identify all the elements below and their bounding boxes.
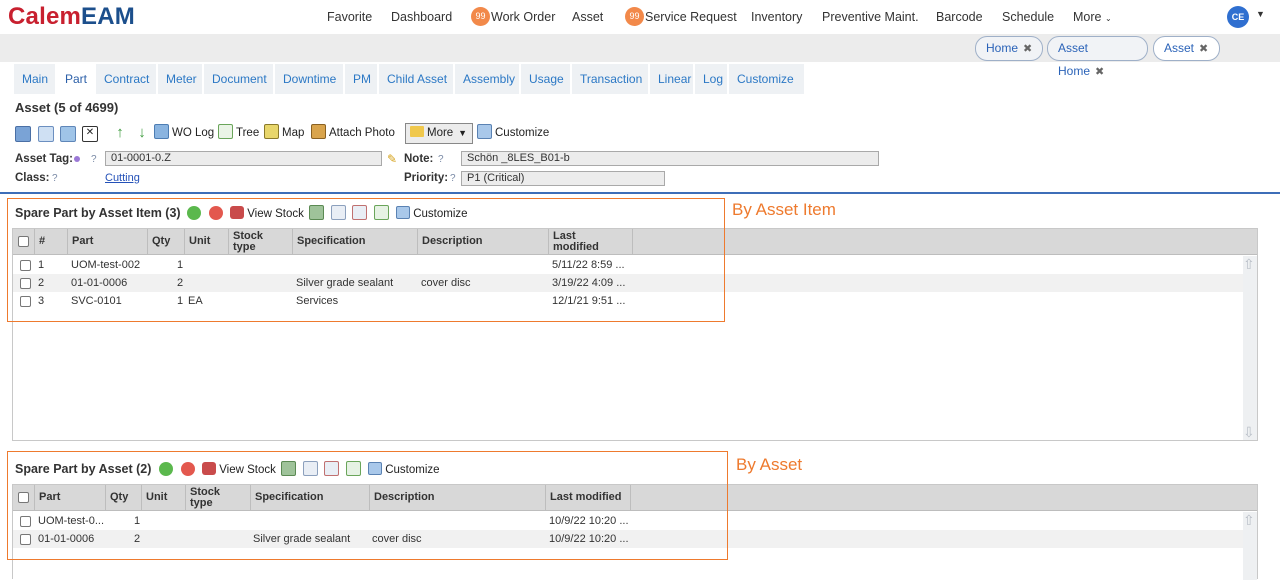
arrow-up-icon[interactable]: ↑ <box>112 125 128 141</box>
priority-field[interactable]: P1 (Critical) <box>461 171 665 186</box>
grid1-scrollbar[interactable] <box>1243 256 1257 440</box>
customize-label: Customize <box>495 127 550 139</box>
priority-label: Priority: <box>404 172 449 184</box>
record-title: Asset (5 of 4699) <box>15 100 119 115</box>
caret-down-icon: ▼ <box>458 128 467 138</box>
tab-transaction[interactable]: Transaction <box>572 64 649 94</box>
tab-customize[interactable]: Customize <box>729 64 805 94</box>
section-divider <box>0 192 1280 194</box>
close-icon[interactable]: ✖ <box>1023 43 1032 55</box>
wo-log-icon <box>154 124 169 139</box>
pencil-icon[interactable]: ✎ <box>387 152 397 166</box>
nav-service-request[interactable]: 99 Service Request <box>625 0 737 34</box>
tree-label: Tree <box>236 127 260 139</box>
delete-icon[interactable]: ✕ <box>82 126 98 142</box>
breadcrumb-asset[interactable]: Asset ✖ <box>1153 36 1220 61</box>
asset-tag-field[interactable]: 01-0001-0.Z <box>105 151 382 166</box>
customize-icon <box>477 124 492 139</box>
attach-photo-button[interactable]: Attach Photo <box>311 124 395 142</box>
nav-work-order-label: Work Order <box>491 10 556 24</box>
nav-barcode[interactable]: Barcode <box>936 0 983 34</box>
tab-pm[interactable]: PM <box>345 64 378 94</box>
nav-more[interactable]: More ⌄ <box>1073 0 1112 34</box>
help-icon[interactable]: ? <box>52 173 58 184</box>
wo-log-button[interactable]: WO Log <box>154 124 214 142</box>
annotation-by-asset: By Asset <box>736 455 803 474</box>
tab-assembly[interactable]: Assembly <box>455 64 520 94</box>
chevron-down-icon: ⌄ <box>1104 14 1112 23</box>
save-icon[interactable] <box>15 126 31 142</box>
tab-meter[interactable]: Meter <box>158 64 203 94</box>
help-icon[interactable]: ? <box>91 154 97 165</box>
tree-button[interactable]: Tree <box>218 124 259 142</box>
more-dropdown-button[interactable]: More ▼ <box>405 123 473 144</box>
service-request-count-badge: 99 <box>625 7 644 27</box>
note-label: Note: <box>404 153 434 165</box>
class-link[interactable]: Cutting <box>105 172 140 184</box>
nav-schedule[interactable]: Schedule <box>1002 0 1054 34</box>
breadcrumb-asset-home[interactable]: Asset Home ✖ <box>1047 36 1148 78</box>
breadcrumb-asset-label: Asset <box>1164 41 1195 55</box>
photo-icon <box>311 124 326 139</box>
tab-usage[interactable]: Usage <box>521 64 571 94</box>
more-label: More <box>427 127 454 139</box>
map-icon <box>264 124 279 139</box>
user-avatar[interactable]: CE <box>1227 6 1249 28</box>
scroll-up-icon[interactable]: ⇧ <box>1243 256 1255 273</box>
tab-main[interactable]: Main <box>14 64 56 94</box>
nav-service-request-label: Service Request <box>645 10 737 24</box>
map-button[interactable]: Map <box>264 124 304 142</box>
class-label: Class: <box>15 172 50 184</box>
nav-favorite[interactable]: Favorite <box>327 0 372 34</box>
copy-icon[interactable] <box>38 126 54 142</box>
breadcrumb-home[interactable]: Home ✖ <box>975 36 1043 61</box>
nav-work-order[interactable]: 99 Work Order <box>471 0 555 34</box>
tab-part[interactable]: Part <box>57 64 95 94</box>
wo-log-label: WO Log <box>172 127 215 139</box>
nav-dashboard[interactable]: Dashboard <box>391 0 452 34</box>
annotation-by-asset-item: By Asset Item <box>732 200 836 219</box>
close-icon[interactable]: ✖ <box>1095 66 1104 78</box>
tab-log[interactable]: Log <box>695 64 728 94</box>
map-label: Map <box>282 127 305 139</box>
work-order-count-badge: 99 <box>471 7 490 27</box>
breadcrumb-home-label: Home <box>986 41 1019 55</box>
caret-down-icon[interactable]: ▼ <box>1256 9 1265 19</box>
nav-preventive-maint[interactable]: Preventive Maint. <box>822 0 919 34</box>
scroll-up-icon[interactable]: ⇧ <box>1243 512 1255 529</box>
annotation-box-asset <box>7 451 728 560</box>
asset-tag-label: Asset Tag: <box>15 153 73 165</box>
top-navbar: CalemEAM Favorite Dashboard 99 Work Order… <box>0 0 1280 34</box>
attach-photo-label: Attach Photo <box>329 127 395 139</box>
export-icon[interactable] <box>60 126 76 142</box>
scroll-down-icon[interactable]: ⇩ <box>1243 424 1255 441</box>
folder-icon <box>410 126 424 137</box>
help-icon[interactable]: ? <box>438 154 444 165</box>
nav-asset[interactable]: Asset <box>572 0 603 34</box>
note-field[interactable]: Schön _8LES_B01-b <box>461 151 879 166</box>
tab-contract[interactable]: Contract <box>96 64 157 94</box>
arrow-down-icon[interactable]: ↓ <box>134 125 150 141</box>
annotation-box-asset-item <box>7 198 725 322</box>
tree-icon <box>218 124 233 139</box>
breadcrumb-asset-home-label: Asset Home <box>1058 41 1091 78</box>
tab-linear[interactable]: Linear <box>650 64 694 94</box>
tab-child-asset[interactable]: Child Asset <box>379 64 454 94</box>
help-icon[interactable]: ? <box>450 173 456 184</box>
customize-button[interactable]: Customize <box>477 124 549 142</box>
tab-downtime[interactable]: Downtime <box>275 64 344 94</box>
required-dot-icon <box>74 156 80 162</box>
app-logo[interactable]: CalemEAM <box>8 3 135 31</box>
close-icon[interactable]: ✖ <box>1199 43 1208 55</box>
nav-inventory[interactable]: Inventory <box>751 0 802 34</box>
nav-more-label: More <box>1073 10 1102 24</box>
tab-document[interactable]: Document <box>204 64 274 94</box>
